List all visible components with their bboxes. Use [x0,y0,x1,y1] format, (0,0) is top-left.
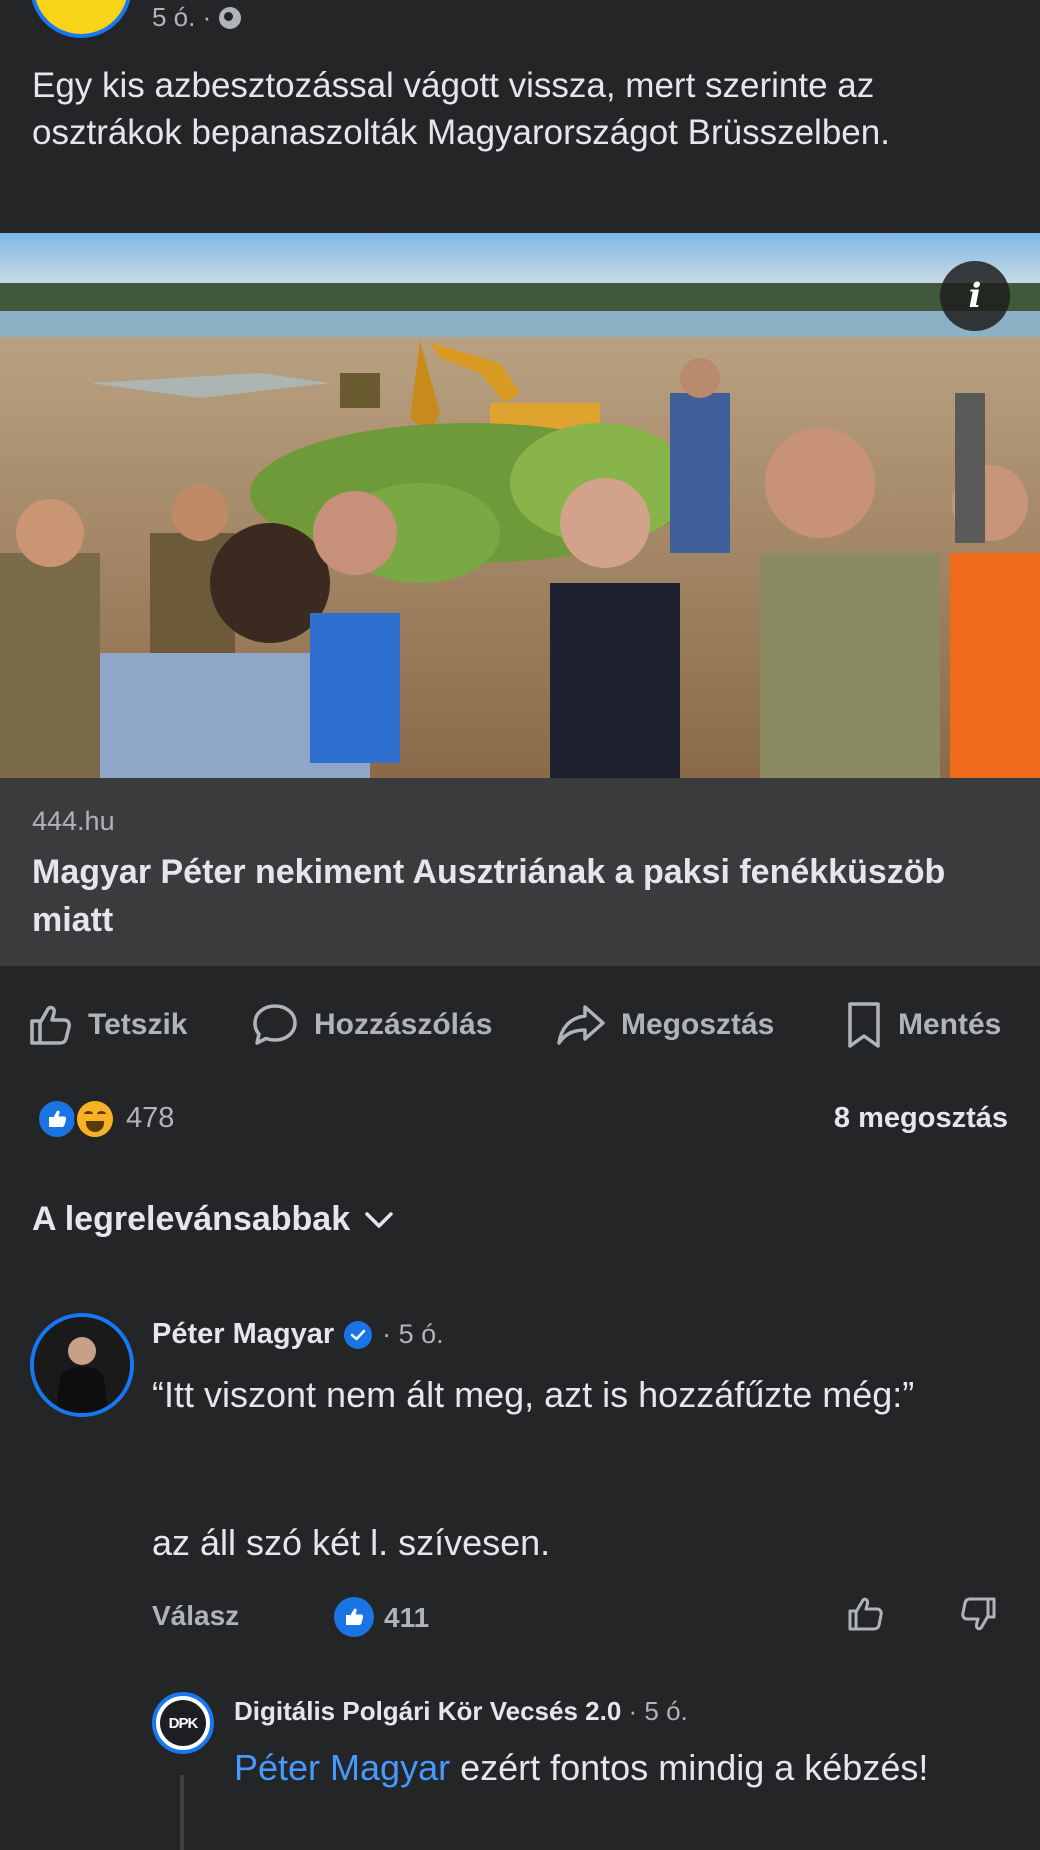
share-button[interactable]: Megosztás [555,985,774,1065]
reply-avatar-logo: DPK [160,1700,206,1746]
page-avatar[interactable] [30,0,132,38]
share-icon [557,1005,605,1045]
reply-mention-link[interactable]: Péter Magyar [234,1747,450,1788]
upvote-button[interactable] [846,1594,886,1639]
comment-author[interactable]: Péter Magyar [152,1318,334,1351]
verified-badge-icon [344,1320,373,1349]
comment-like-count[interactable]: 411 [384,1602,429,1634]
bookmark-icon [848,1002,880,1048]
comment-text-2: az áll szó két l. szívesen. [152,1522,551,1563]
post-header: 5 ó. · Egy kis azbesztozással vágott vis… [0,0,1040,233]
post-time: 5 ó. · [152,2,212,32]
link-image-illustration [0,233,1040,778]
comment-like-icon [334,1597,374,1637]
comment-avatar[interactable] [30,1313,134,1417]
chevron-down-icon [365,1211,393,1228]
reply-avatar[interactable]: DPK [152,1692,214,1754]
reply-author-row: Digitális Polgári Kör Vecsés 2.0 · 5 ó. [234,1696,688,1727]
comment-time: · 5 ó. [382,1319,444,1349]
reply-text: Péter Magyar ezért fontos mindig a kébzé… [234,1743,1014,1792]
thumbs-up-icon [30,1005,71,1045]
haha-reaction-icon [74,1098,116,1140]
save-button[interactable]: Mentés [844,985,1001,1065]
comment-button[interactable]: Hozzászólás [250,985,492,1065]
action-bar: Tetszik Hozzászólás Megosztás Mentés [0,985,1040,1065]
link-image[interactable]: i [0,233,1040,778]
like-button[interactable]: Tetszik [26,985,187,1065]
comment-author-row: Péter Magyar · 5 ó. [152,1318,444,1351]
reply-author[interactable]: Digitális Polgári Kör Vecsés 2.0 [234,1696,621,1726]
comment-sort-dropdown[interactable]: A legrelevánsabbak [32,1200,394,1239]
share-label: Megosztás [621,1008,775,1041]
comment-label: Hozzászólás [314,1008,493,1041]
reactions-summary[interactable]: 478 8 megosztás [0,1090,1040,1150]
globe-icon [219,6,242,29]
reply-time: · 5 ó. [628,1696,688,1726]
thumbs-up-outline-icon [848,1597,883,1631]
comment-icon [253,1004,297,1045]
comment-text: “Itt viszont nem ált meg, azt is hozzáfű… [152,1374,915,1415]
save-label: Mentés [898,1008,1002,1041]
reply-button[interactable]: Válasz [152,1600,239,1632]
post-text: Egy kis azbesztozással vágott vissza, me… [32,66,890,152]
sort-label: A legrelevánsabbak [32,1200,351,1238]
like-label: Tetszik [88,1008,188,1041]
downvote-button[interactable] [958,1594,998,1639]
thread-line [180,1775,184,1850]
thumbs-down-outline-icon [961,1597,996,1631]
post-meta: 5 ó. · [152,2,242,33]
like-reaction-icon [36,1098,78,1140]
share-count[interactable]: 8 megosztás [834,1102,1008,1135]
link-domain: 444.hu [32,806,115,836]
link-preview-card[interactable]: 444.hu Magyar Péter nekiment Ausztriának… [0,778,1040,966]
info-button[interactable]: i [940,261,1010,331]
link-title[interactable]: Magyar Péter nekiment Ausztriának a paks… [32,848,1012,944]
reaction-count: 478 [126,1102,175,1134]
reply-body: ezért fontos mindig a kébzés! [450,1747,929,1788]
